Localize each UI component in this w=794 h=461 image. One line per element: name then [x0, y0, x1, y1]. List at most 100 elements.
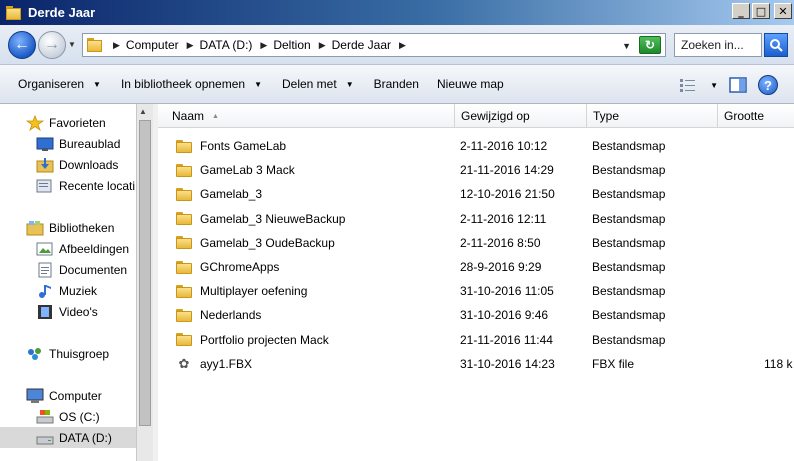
nav-drive-c[interactable]: OS (C:): [0, 406, 136, 427]
column-header-name[interactable]: Naam ▲: [158, 104, 455, 128]
breadcrumb-data-drive[interactable]: DATA (D:): [200, 38, 253, 52]
back-button[interactable]: ←: [8, 31, 36, 59]
file-modified: 12-10-2016 21:50: [460, 187, 555, 202]
search-input[interactable]: Zoeken in...: [674, 33, 762, 57]
file-size: [764, 182, 794, 206]
new-folder-button[interactable]: Nieuwe map: [428, 77, 513, 91]
file-name-cell[interactable]: ✿ ayy1.FBX: [176, 352, 451, 376]
share-with-label: Delen met: [281, 77, 337, 91]
file-type: Bestandsmap: [592, 139, 666, 153]
scroll-up-icon[interactable]: ▲: [139, 107, 147, 116]
refresh-icon: ↻: [644, 38, 656, 52]
recent-pages-dropdown[interactable]: ▼: [68, 40, 76, 49]
folder-icon: [176, 236, 192, 250]
column-header-size[interactable]: Grootte: [718, 104, 794, 128]
search-button[interactable]: [764, 33, 788, 57]
maximize-button[interactable]: □: [752, 3, 770, 19]
file-modified: 31-10-2016 11:05: [460, 284, 554, 299]
address-box[interactable]: ▶ Computer ▶ DATA (D:) ▶ Deltion ▶ Derde…: [82, 33, 666, 57]
drive-d-icon: [36, 430, 54, 446]
file-name: Gamelab_3: [200, 187, 263, 202]
preview-pane-button[interactable]: [728, 76, 748, 94]
file-size: [764, 231, 794, 255]
file-name-cell[interactable]: Gamelab_3: [176, 182, 451, 206]
file-row[interactable]: Fonts GameLab 2-11-2016 10:12 Bestandsmap: [158, 134, 794, 158]
breadcrumb-derde-jaar[interactable]: Derde Jaar: [332, 38, 391, 52]
file-name-cell[interactable]: GameLab 3 Mack: [176, 158, 451, 182]
nav-drive-d[interactable]: DATA (D:): [0, 427, 136, 448]
organize-button[interactable]: Organiseren ▼: [0, 77, 110, 91]
nav-videos[interactable]: Video's: [0, 301, 136, 322]
file-row[interactable]: ✿ ayy1.FBX 31-10-2016 14:23 FBX file 118 k: [158, 352, 794, 376]
share-with-button[interactable]: Delen met ▼: [273, 77, 363, 91]
nav-libraries[interactable]: Bibliotheken: [0, 217, 136, 238]
downloads-icon: [36, 157, 54, 173]
scrollbar-thumb[interactable]: [139, 120, 151, 426]
nav-computer[interactable]: Computer: [0, 385, 136, 406]
file-row[interactable]: GChromeApps 28-9-2016 9:29 Bestandsmap: [158, 255, 794, 279]
file-modified: 31-10-2016 9:46: [460, 308, 549, 323]
organize-label: Organiseren: [18, 77, 85, 91]
minimize-button[interactable]: _: [732, 3, 750, 19]
file-type: Bestandsmap: [592, 284, 666, 299]
file-row[interactable]: Nederlands 31-10-2016 9:46 Bestandsmap: [158, 303, 794, 327]
nav-recent-places[interactable]: Recente locati: [0, 175, 136, 196]
chevron-right-icon[interactable]: ▶: [260, 40, 267, 51]
file-name: Multiplayer oefening: [200, 284, 308, 299]
file-name-cell[interactable]: Nederlands: [176, 303, 451, 327]
nav-computer-label: Computer: [49, 388, 102, 403]
nav-documents[interactable]: Documenten: [0, 259, 136, 280]
libraries-icon: [26, 220, 44, 236]
file-row[interactable]: Gamelab_3 OudeBackup 2-11-2016 8:50 Bestan…: [158, 231, 794, 255]
file-size: [764, 207, 794, 231]
file-size: [764, 303, 794, 327]
file-name-cell[interactable]: Fonts GameLab: [176, 134, 451, 158]
nav-music[interactable]: Muziek: [0, 280, 136, 301]
file-row[interactable]: Gamelab_3 NieuweBackup 2-11-2016 12:11 Bes…: [158, 207, 794, 231]
file-name: Portfolio projecten Mack: [200, 332, 329, 347]
nav-favorites-label: Favorieten: [49, 115, 106, 130]
nav-downloads[interactable]: Downloads: [0, 154, 136, 175]
nav-desktop[interactable]: Bureaublad: [0, 133, 136, 154]
file-name-cell[interactable]: Gamelab_3 NieuweBackup: [176, 207, 451, 231]
nav-pictures[interactable]: Afbeeldingen: [0, 238, 136, 259]
fbx-file-icon: ✿: [178, 355, 190, 371]
nav-desktop-label: Bureaublad: [59, 136, 121, 151]
refresh-button[interactable]: ↻: [639, 36, 661, 54]
folder-icon: [176, 212, 192, 226]
chevron-right-icon[interactable]: ▶: [187, 40, 194, 51]
column-header-type[interactable]: Type: [587, 104, 718, 128]
search-icon: [770, 39, 783, 52]
breadcrumb-deltion[interactable]: Deltion: [273, 38, 310, 52]
nav-favorites[interactable]: Favorieten: [0, 112, 136, 133]
file-modified: 2-11-2016 12:11: [460, 211, 547, 226]
file-row[interactable]: Gamelab_3 12-10-2016 21:50 Bestandsmap: [158, 182, 794, 206]
breadcrumb-computer[interactable]: Computer: [126, 38, 179, 52]
close-button[interactable]: ✕: [774, 3, 792, 19]
file-type: Bestandsmap: [592, 211, 666, 226]
nav-homegroup[interactable]: Thuisgroep: [0, 343, 136, 364]
chevron-right-icon[interactable]: ▶: [113, 40, 120, 51]
address-history-dropdown[interactable]: ▼: [622, 41, 631, 51]
sort-ascending-icon: ▲: [212, 112, 219, 120]
navigation-scrollbar[interactable]: ▲: [136, 104, 153, 461]
star-icon: [25, 114, 45, 131]
change-view-button[interactable]: [678, 77, 700, 93]
include-in-library-button[interactable]: In bibliotheek opnemen ▼: [112, 77, 271, 91]
file-name-cell[interactable]: GChromeApps: [176, 255, 451, 279]
file-name-cell[interactable]: Multiplayer oefening: [176, 279, 451, 303]
forward-button[interactable]: →: [38, 31, 66, 59]
chevron-down-icon[interactable]: ▼: [710, 81, 718, 90]
file-name-cell[interactable]: Gamelab_3 OudeBackup: [176, 231, 451, 255]
recent-places-icon: [36, 178, 54, 194]
column-header-modified[interactable]: Gewijzigd op: [455, 104, 587, 128]
chevron-right-icon[interactable]: ▶: [399, 40, 406, 51]
chevron-right-icon[interactable]: ▶: [319, 40, 326, 51]
file-row[interactable]: GameLab 3 Mack 21-11-2016 14:29 Bestandsma…: [158, 158, 794, 182]
burn-button[interactable]: Branden: [365, 77, 428, 91]
nav-music-label: Muziek: [59, 283, 98, 298]
file-name-cell[interactable]: Portfolio projecten Mack: [176, 328, 451, 352]
help-button[interactable]: ?: [758, 75, 778, 95]
file-row[interactable]: Portfolio projecten Mack 21-11-2016 11:44…: [158, 328, 794, 352]
file-row[interactable]: Multiplayer oefening 31-10-2016 11:05 Best…: [158, 279, 794, 303]
